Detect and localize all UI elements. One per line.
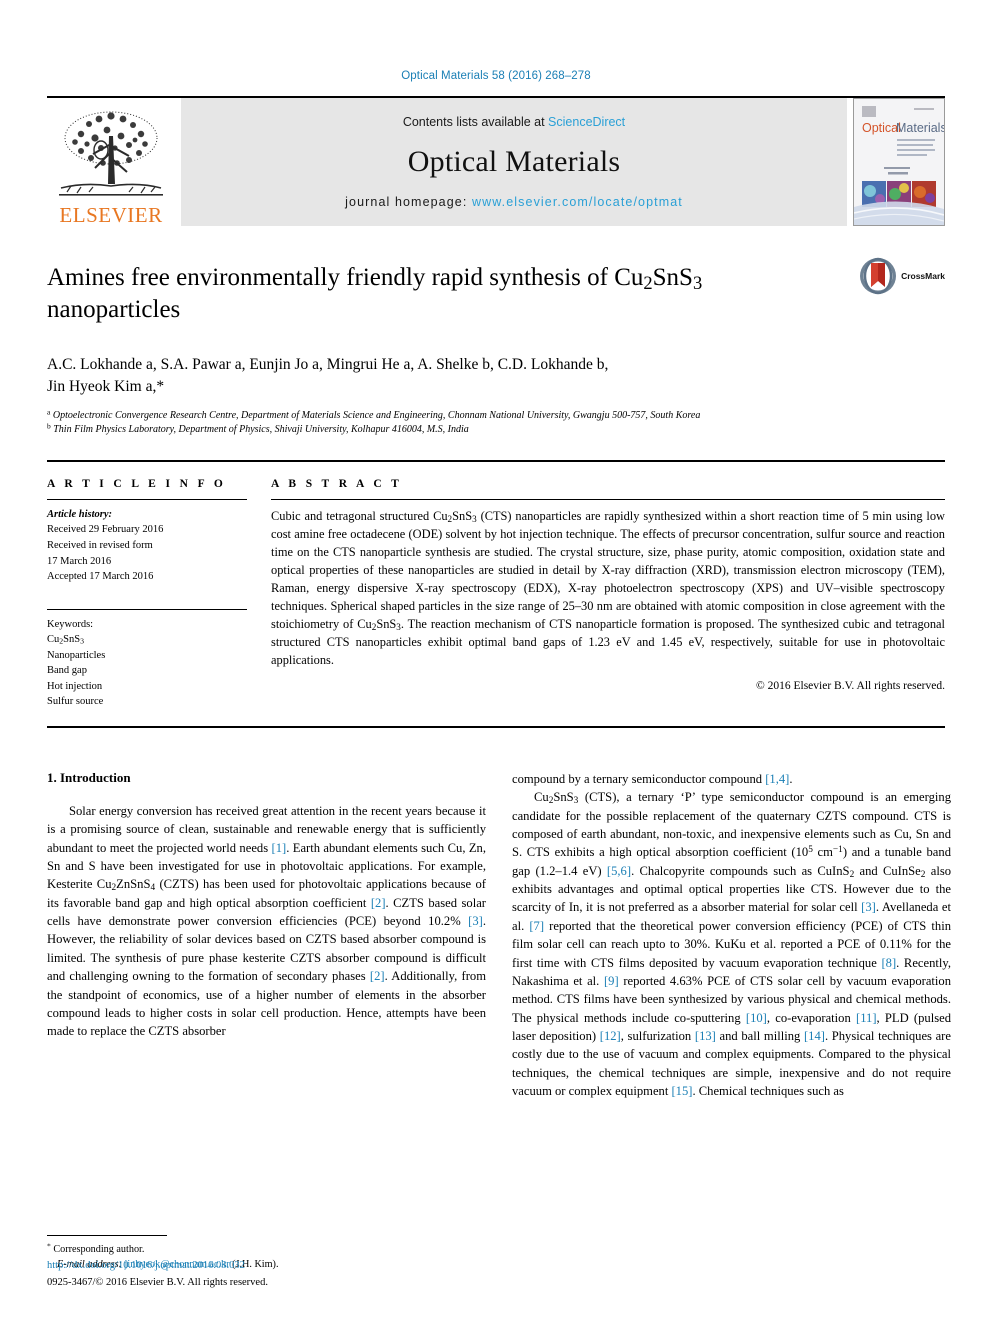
authors-line-1: A.C. Lokhande a, S.A. Pawar a, Eunjin Jo…	[47, 356, 609, 373]
citation-link[interactable]: [15]	[671, 1084, 692, 1098]
citation-link[interactable]: [9]	[604, 974, 619, 988]
footnote-corresponding-label: Corresponding author.	[53, 1243, 145, 1255]
journal-title: Optical Materials	[407, 145, 621, 178]
info-abstract-block: A R T I C L E I N F O Article history: R…	[47, 459, 945, 710]
title-part-3: nanoparticles	[47, 296, 181, 323]
citation-link[interactable]: [1]	[272, 841, 287, 855]
journal-masthead: ELSEVIER Contents lists available at Sci…	[47, 96, 945, 226]
intro-paragraph-right-continued: compound by a ternary semiconductor comp…	[512, 771, 793, 786]
journal-cover-art: Optical Materials	[854, 99, 944, 225]
journal-homepage-line: journal homepage: www.elsevier.com/locat…	[345, 195, 683, 209]
authors-line-2: Jin Hyeok Kim a,*	[47, 378, 165, 396]
affiliations: a Optoelectronic Convergence Research Ce…	[47, 407, 897, 438]
journal-cover-thumbnail: Optical Materials	[853, 98, 945, 226]
body-columns: 1. Introduction Solar energy conversion …	[47, 769, 951, 1270]
footnote-star: *	[47, 1241, 51, 1251]
citation-link[interactable]: [10]	[746, 1011, 767, 1025]
keyword-item: Sulfur source	[47, 696, 104, 708]
article-page: Optical Materials 58 (2016) 268–278 ELSE…	[0, 0, 992, 1323]
contents-lists-line: Contents lists available at ScienceDirec…	[403, 115, 625, 129]
homepage-prefix: journal homepage:	[345, 195, 472, 209]
sciencedirect-link[interactable]: ScienceDirect	[548, 115, 625, 129]
citation-link[interactable]: [14]	[804, 1029, 825, 1043]
abstract-heading: A B S T R A C T	[271, 477, 403, 490]
keyword-item: Band gap	[47, 665, 87, 677]
citation-link[interactable]: [13]	[695, 1029, 716, 1043]
affiliation-a-text: Optoelectronic Convergence Research Cent…	[52, 409, 701, 421]
title-subscript-3: 3	[692, 274, 703, 295]
body-right-column: compound by a ternary semiconductor comp…	[512, 770, 951, 1101]
author-list: A.C. Lokhande a, S.A. Pawar a, Eunjin Jo…	[47, 354, 837, 399]
elsevier-logo: ELSEVIER	[47, 98, 175, 226]
citation-link[interactable]: [3]	[468, 914, 483, 928]
page-title: Amines free environmentally friendly rap…	[47, 262, 807, 326]
journal-banner: Contents lists available at ScienceDirec…	[181, 98, 847, 226]
citation-link[interactable]: [8]	[881, 956, 896, 970]
citation-link[interactable]: [2]	[370, 969, 385, 983]
citation-link[interactable]: [1,4]	[765, 772, 789, 786]
elsevier-wordmark: ELSEVIER	[59, 203, 163, 227]
keywords-label: Keywords:	[47, 618, 94, 630]
contents-prefix: Contents lists available at	[402, 115, 549, 129]
doi-link[interactable]: http://dx.doi.org/10.1016/j.optmat.2016.…	[47, 1260, 245, 1271]
article-info-heading: A R T I C L E I N F O	[47, 477, 227, 490]
article-history: Article history: Received 29 February 20…	[47, 500, 247, 585]
citation-link[interactable]: [11]	[856, 1011, 877, 1025]
affiliation-marker-b: b	[47, 422, 51, 432]
section-heading-introduction: 1. Introduction	[47, 769, 131, 785]
journal-homepage-link[interactable]: www.elsevier.com/locate/optmat	[472, 195, 683, 209]
affiliation-b-text: Thin Film Physics Laboratory, Department…	[53, 424, 469, 436]
crossmark-badge[interactable]: CrossMark	[858, 256, 945, 296]
body-left-column: 1. Introduction Solar energy conversion …	[47, 769, 486, 1270]
history-line: Received 29 February 2016	[47, 524, 164, 536]
header-bottom-rule	[47, 725, 945, 728]
crossmark-label: CrossMark	[901, 271, 945, 281]
footnote-corresponding-line: * Corresponding author.	[47, 1242, 486, 1257]
keyword-item: Cu2SnS3	[47, 634, 84, 646]
intro-paragraph-right: Cu2SnS3 (CTS), a ternary ‘P’ type semico…	[512, 790, 952, 1099]
history-line: Received in revised form	[47, 540, 153, 551]
page-footer: http://dx.doi.org/10.1016/j.optmat.2016.…	[47, 1258, 486, 1291]
affiliation-a: a Optoelectronic Convergence Research Ce…	[47, 407, 897, 424]
abstract-text: Cubic and tetragonal structured Cu2SnS3 …	[271, 508, 945, 667]
citation-link[interactable]: [2]	[371, 896, 386, 910]
title-subscript-2: 2	[643, 274, 653, 295]
elsevier-tree-icon	[59, 111, 163, 196]
citation-link[interactable]: [5,6]	[607, 864, 631, 878]
affiliation-marker-a: a	[47, 407, 51, 417]
article-info-column: A R T I C L E I N F O Article history: R…	[47, 478, 247, 710]
abstract-copyright: © 2016 Elsevier B.V. All rights reserved…	[756, 679, 945, 692]
affiliation-b: b Thin Film Physics Laboratory, Departme…	[47, 423, 897, 438]
article-history-label: Article history:	[47, 508, 113, 520]
title-area: Amines free environmentally friendly rap…	[47, 257, 945, 336]
citation-link[interactable]: [12]	[600, 1029, 621, 1043]
svg-text:Materials: Materials	[896, 121, 944, 135]
crossmark-icon	[860, 257, 897, 295]
footnote-divider	[47, 1234, 167, 1236]
keywords-block: Keywords: Cu2SnS3 Nanoparticles Band gap…	[47, 608, 247, 710]
title-part-1: Amines free environmentally friendly rap…	[47, 264, 644, 291]
running-head: Optical Materials 58 (2016) 268–278	[401, 70, 591, 82]
citation-link[interactable]: [3]	[861, 900, 876, 914]
history-line: 17 March 2016	[47, 555, 112, 567]
keyword-item: Nanoparticles	[47, 649, 106, 661]
citation-link[interactable]: [7]	[529, 919, 544, 933]
intro-paragraph-left: Solar energy conversion has received gre…	[47, 803, 486, 1039]
keyword-item: Hot injection	[47, 680, 103, 692]
history-line: Accepted 17 March 2016	[47, 571, 154, 583]
title-part-2: SnS	[652, 264, 693, 291]
abstract-column: A B S T R A C T Cubic and tetragonal str…	[271, 478, 945, 710]
issn-copyright: 0925-3467/© 2016 Elsevier B.V. All right…	[47, 1276, 268, 1288]
